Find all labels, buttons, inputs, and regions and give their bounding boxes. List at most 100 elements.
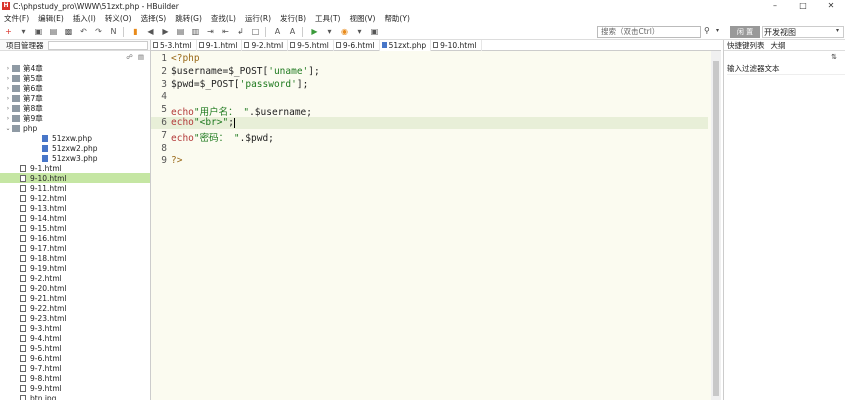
editor-tab[interactable]: 9-1.html (197, 39, 243, 51)
tree-file[interactable]: 9-18.html (0, 253, 150, 263)
tree-file[interactable]: 9-19.html (0, 263, 150, 273)
project-filter-input[interactable] (47, 40, 148, 50)
new-dropdown-icon[interactable]: ▾ (17, 26, 30, 38)
tree-file[interactable]: 9-17.html (0, 243, 150, 253)
tree-file[interactable]: 9-20.html (0, 283, 150, 293)
tree-file[interactable]: 9-10.html (0, 173, 150, 183)
code-line[interactable]: $pwd=$_POST['password']; (171, 79, 308, 90)
tree-file[interactable]: 9-16.html (0, 233, 150, 243)
tree-file[interactable]: 9-8.html (0, 373, 150, 383)
menu-item[interactable]: 编辑(E) (38, 13, 64, 24)
tree-folder[interactable]: ⌄ php (0, 123, 150, 133)
sort-icon[interactable]: ⇅ (831, 53, 837, 61)
tree-file[interactable]: 9-2.html (0, 273, 150, 283)
save-all-icon[interactable]: ▩ (62, 26, 75, 38)
tree-folder[interactable]: › 第9章 (0, 113, 150, 123)
open-folder-icon[interactable]: ▣ (32, 26, 45, 38)
menu-item[interactable]: 查找(L) (211, 13, 236, 24)
menu-item[interactable]: 运行(R) (245, 13, 271, 24)
link-editor-icon[interactable]: ☍ (126, 53, 133, 61)
editor-scrollbar-thumb[interactable] (713, 61, 719, 396)
tree-file[interactable]: 9-9.html (0, 383, 150, 393)
maximize-button[interactable]: □ (789, 0, 817, 12)
browser-icon[interactable]: ◉ (338, 26, 351, 38)
run-dropdown-icon[interactable]: ▾ (323, 26, 336, 38)
tree-file[interactable]: btn.jpg (0, 393, 150, 400)
code-editor[interactable]: 123456789 <?php $username=$_POST['uname']… (151, 51, 711, 400)
new-icon[interactable]: + (2, 26, 15, 38)
tree-file[interactable]: 9-3.html (0, 323, 150, 333)
comment-icon[interactable]: ▤ (174, 26, 187, 38)
tree-file[interactable]: 9-7.html (0, 363, 150, 373)
indent-icon[interactable]: ⇥ (204, 26, 217, 38)
tab-outline[interactable]: 大纲 (768, 40, 789, 51)
undo-icon[interactable]: ↶ (77, 26, 90, 38)
tree-file[interactable]: 9-4.html (0, 333, 150, 343)
bookmark-prev-icon[interactable]: ◀ (144, 26, 157, 38)
tab-shortcut-list[interactable]: 快捷键列表 (724, 40, 768, 51)
fold-icon[interactable]: □ (249, 26, 262, 38)
tree-folder[interactable]: › 第6章 (0, 83, 150, 93)
menu-item[interactable]: 视图(V) (349, 13, 375, 24)
tree-file[interactable]: 9-12.html (0, 193, 150, 203)
tree-file[interactable]: 9-22.html (0, 303, 150, 313)
chevron-right-icon[interactable]: › (4, 95, 12, 102)
code-line[interactable]: <?php (171, 53, 200, 64)
tree-file[interactable]: 9-1.html (0, 163, 150, 173)
editor-tab[interactable]: 9-6.html (334, 39, 380, 51)
redo-icon[interactable]: ↷ (92, 26, 105, 38)
tree-file[interactable]: 9-6.html (0, 353, 150, 363)
tree-file[interactable]: 51zxw3.php (0, 153, 150, 163)
view-toggle-button[interactable]: 闲 置 (730, 26, 760, 38)
help-icon[interactable]: ▣ (368, 26, 381, 38)
uncomment-icon[interactable]: ▥ (189, 26, 202, 38)
editor-tab[interactable]: 9-2.html (242, 39, 289, 51)
chevron-right-icon[interactable]: › (4, 115, 12, 122)
chevron-down-icon[interactable]: ▾ (836, 27, 839, 34)
tree-file[interactable]: 51zxw2.php (0, 143, 150, 153)
filter-input[interactable]: 输入过滤器文本 (727, 63, 845, 75)
editor-tab[interactable]: 5-3.html (151, 39, 197, 51)
minimize-button[interactable]: – (761, 0, 789, 12)
editor-scrollbar[interactable] (711, 51, 721, 400)
chevron-down-icon[interactable]: ⌄ (4, 125, 12, 132)
tree-file[interactable]: 9-15.html (0, 223, 150, 233)
code-line[interactable]: echo"密码： ".$pwd; (171, 130, 274, 144)
tree-folder[interactable]: › 第8章 (0, 103, 150, 113)
browser-dropdown-icon[interactable]: ▾ (353, 26, 366, 38)
code-line[interactable]: echo"<br>"; (171, 117, 235, 128)
tree-folder[interactable]: › 第5章 (0, 73, 150, 83)
bookmark-icon[interactable]: ▮ (129, 26, 142, 38)
menu-item[interactable]: 帮助(Y) (384, 13, 409, 24)
save-icon[interactable]: ▤ (47, 26, 60, 38)
menu-item[interactable]: 工具(T) (315, 13, 340, 24)
code-line[interactable]: $username=$_POST['uname']; (171, 66, 320, 77)
font-increase-icon[interactable]: A (271, 26, 284, 38)
chevron-right-icon[interactable]: › (4, 75, 12, 82)
search-dropdown-icon[interactable]: ▾ (716, 27, 719, 34)
tree-file[interactable]: 9-23.html (0, 313, 150, 323)
outdent-icon[interactable]: ⇤ (219, 26, 232, 38)
chevron-right-icon[interactable]: › (4, 65, 12, 72)
menu-item[interactable]: 选择(S) (141, 13, 167, 24)
collapse-all-icon[interactable]: ▤ (138, 53, 144, 61)
chevron-right-icon[interactable]: › (4, 105, 12, 112)
tree-folder[interactable]: › 第7章 (0, 93, 150, 103)
menu-item[interactable]: 转义(O) (105, 13, 132, 24)
menu-item[interactable]: 文件(F) (4, 13, 29, 24)
close-button[interactable]: ✕ (817, 0, 845, 12)
search-input[interactable]: 搜索（双击Ctrl） (597, 26, 701, 38)
menu-item[interactable]: 插入(I) (73, 13, 96, 24)
menu-item[interactable]: 跳转(G) (175, 13, 202, 24)
wrap-icon[interactable]: ↲ (234, 26, 247, 38)
tree-file[interactable]: 9-11.html (0, 183, 150, 193)
chevron-right-icon[interactable]: › (4, 85, 12, 92)
tree-file[interactable]: 9-14.html (0, 213, 150, 223)
editor-tab[interactable]: 9-10.html (431, 39, 482, 51)
run-icon[interactable]: ▶ (308, 26, 321, 38)
tree-file[interactable]: 9-21.html (0, 293, 150, 303)
code-line[interactable]: ?> (171, 155, 182, 166)
format-icon[interactable]: N (107, 26, 120, 38)
tree-file[interactable]: 9-5.html (0, 343, 150, 353)
tree-file[interactable]: 9-13.html (0, 203, 150, 213)
